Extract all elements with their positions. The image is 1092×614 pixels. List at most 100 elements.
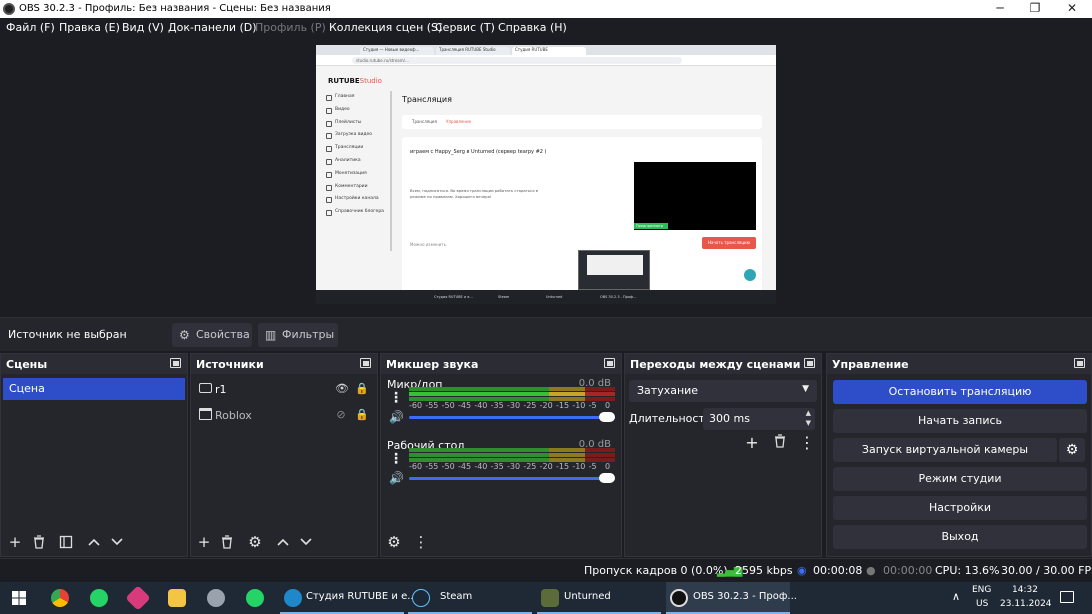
start-button[interactable] <box>0 582 38 614</box>
menu-view[interactable]: Вид (V) <box>122 21 164 34</box>
browser-url: studio.rutube.ru/stream/... <box>352 57 682 64</box>
channel-menu-button[interactable]: ⋮ <box>389 449 403 469</box>
menu-bar: Файл (F) Правка (E) Вид (V) Док-панели (… <box>0 18 1092 40</box>
whatsapp-taskbar-icon[interactable] <box>87 582 111 614</box>
start-virtual-camera-button[interactable]: Запуск виртуальной камеры <box>833 438 1057 462</box>
add-transition-button[interactable]: + <box>743 434 761 452</box>
scene-filters-button[interactable] <box>56 533 76 551</box>
source-properties-button[interactable]: ⚙ <box>245 533 265 551</box>
exit-button[interactable]: Выход <box>833 525 1087 549</box>
clock[interactable]: 14:32 23.11.2024 <box>1000 582 1052 614</box>
volume-meter <box>409 448 615 462</box>
eye-hidden-icon[interactable]: ⊘ <box>335 409 347 421</box>
obs-icon <box>670 589 688 607</box>
move-up-button[interactable] <box>273 533 293 551</box>
chrome-taskbar-icon[interactable] <box>48 582 72 614</box>
source-name: Roblox <box>215 409 252 422</box>
undock-icon[interactable] <box>1074 358 1085 368</box>
language-indicator[interactable]: ENG US <box>970 582 996 614</box>
meter-tick-label: -55 <box>425 401 439 410</box>
nav-item: Трансляции <box>324 142 390 155</box>
window-icon <box>199 408 212 420</box>
scenes-header: Сцены <box>1 354 187 374</box>
taskbar-app[interactable]: Студия RUTUBE и е... <box>280 582 417 614</box>
volume-slider-handle[interactable] <box>599 412 615 422</box>
menu-file[interactable]: Файл (F) <box>6 21 55 34</box>
mixer-menu-button[interactable]: ⋮ <box>411 533 431 551</box>
preview-page-title: Трансляция <box>402 95 452 104</box>
move-up-button[interactable] <box>84 533 104 551</box>
lock-icon[interactable]: 🔒 <box>355 409 369 421</box>
menu-tools[interactable]: Сервис (T) <box>435 21 495 34</box>
add-source-button[interactable]: + <box>194 533 214 551</box>
move-down-button[interactable] <box>107 533 127 551</box>
sources-footer: + ⚙ <box>191 528 377 556</box>
remove-transition-button[interactable] <box>771 434 789 452</box>
virtual-camera-settings-icon[interactable]: ⚙ <box>1059 438 1085 462</box>
undock-icon[interactable] <box>170 358 181 368</box>
preview-taskbar-item: Unturned <box>546 295 563 299</box>
eye-icon[interactable]: 👁 <box>335 383 349 395</box>
browser-tab: Студия RUTUBE <box>512 47 586 55</box>
duration-spinbox[interactable]: 300 ms ▲ ▼ <box>703 408 815 430</box>
transition-select[interactable]: Затухание ▼ <box>629 380 817 402</box>
transition-menu-button[interactable]: ⋮ <box>798 434 816 452</box>
volume-slider[interactable] <box>409 473 615 483</box>
remove-source-button[interactable] <box>217 533 237 551</box>
taskbar-app[interactable]: Steam <box>408 582 532 614</box>
subtab: Трансляция <box>412 119 437 124</box>
preview-canvas[interactable]: Студия — Новые видеоф... Трансляция RUTU… <box>316 45 776 304</box>
remove-scene-button[interactable] <box>29 533 49 551</box>
lock-icon[interactable]: 🔒 <box>355 383 369 395</box>
volume-slider[interactable] <box>409 412 615 422</box>
volume-slider-handle[interactable] <box>599 473 615 483</box>
move-down-button[interactable] <box>296 533 316 551</box>
speaker-icon[interactable]: 🔊 <box>389 471 404 485</box>
undock-icon[interactable] <box>604 358 615 368</box>
speaker-icon[interactable]: 🔊 <box>389 410 404 424</box>
app-taskbar-icon[interactable] <box>204 582 228 614</box>
menu-help[interactable]: Справка (H) <box>498 21 567 34</box>
notification-icon[interactable] <box>1056 582 1078 614</box>
channel-menu-button[interactable]: ⋮ <box>389 388 403 408</box>
undock-icon[interactable] <box>360 358 371 368</box>
stream-description: Всем, подписаться. Во время трансляции р… <box>410 188 538 199</box>
menu-docks[interactable]: Док-панели (D) <box>168 21 257 34</box>
filters-label: Фильтры <box>282 328 335 341</box>
filters-button[interactable]: ▥ Фильтры <box>258 323 338 347</box>
menu-edit[interactable]: Правка (E) <box>59 21 120 34</box>
fps: 30.00 / 30.00 FPS <box>1001 564 1092 577</box>
edge-icon <box>284 589 302 607</box>
advanced-audio-button[interactable]: ⚙ <box>384 533 404 551</box>
start-recording-button[interactable]: Начать запись <box>833 409 1087 433</box>
nav-item: Настройки канала <box>324 193 390 206</box>
nav-item: Главная <box>324 91 390 104</box>
taskbar-app[interactable]: OBS 30.2.3 - Проф... <box>666 582 797 614</box>
subtab-card: Трансляция Управление <box>402 115 762 129</box>
title-bar: OBS 30.2.3 - Профиль: Без названия - Сце… <box>0 0 1092 18</box>
tray-chevron-icon[interactable]: ∧ <box>950 582 966 614</box>
menu-scene-collection[interactable]: Коллекция сцен (S) <box>329 21 442 34</box>
source-item[interactable]: Roblox ⊘ 🔒 <box>197 406 375 426</box>
meter-tick-label: -50 <box>441 401 455 410</box>
settings-button[interactable]: Настройки <box>833 496 1087 520</box>
transitions-dock: Переходы между сценами Затухание ▼ Длител… <box>624 353 822 557</box>
undock-icon[interactable] <box>804 358 815 368</box>
app-taskbar-icon[interactable] <box>125 582 151 614</box>
spin-arrows-icon[interactable]: ▲ ▼ <box>806 408 811 428</box>
duration-value: 300 ms <box>709 412 750 425</box>
scene-item[interactable]: Сцена <box>3 378 185 400</box>
close-button[interactable]: ✕ <box>1056 0 1088 18</box>
sources-title: Источники <box>196 358 264 371</box>
file-explorer-icon[interactable] <box>165 582 189 614</box>
whatsapp-taskbar-icon[interactable] <box>243 582 267 614</box>
studio-mode-button[interactable]: Режим студии <box>833 467 1087 491</box>
maximize-button[interactable]: ❐ <box>1019 0 1051 18</box>
minimize-button[interactable]: ─ <box>984 0 1016 18</box>
add-scene-button[interactable]: + <box>5 533 25 551</box>
stop-streaming-button[interactable]: Остановить трансляцию <box>833 380 1087 404</box>
taskbar-app[interactable]: Unturned <box>537 582 661 614</box>
menu-profile[interactable]: Профиль (P) <box>255 21 326 34</box>
source-item[interactable]: r1 👁 🔒 <box>197 380 375 400</box>
properties-button[interactable]: ⚙ Свойства <box>172 323 252 347</box>
